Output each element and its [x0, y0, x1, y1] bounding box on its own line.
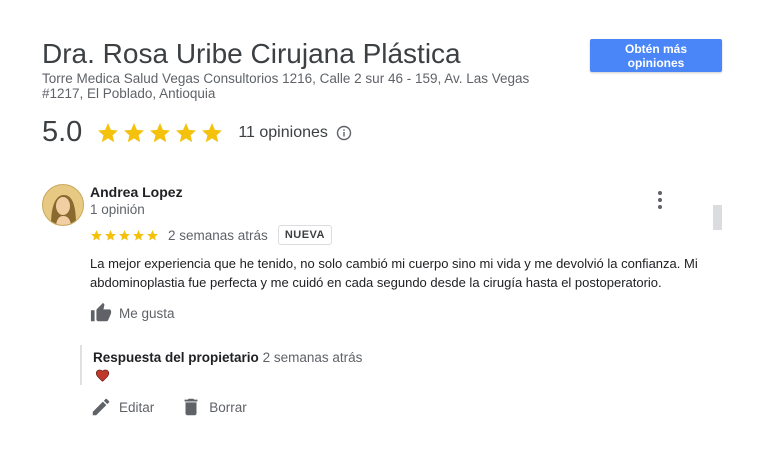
edit-reply-button[interactable]: Editar — [90, 396, 154, 418]
owner-reply-label: Respuesta del propietario — [93, 350, 259, 365]
edit-label: Editar — [119, 399, 155, 415]
like-button[interactable]: Me gusta — [90, 302, 175, 324]
star-icon — [150, 122, 171, 142]
delete-reply-button[interactable]: Borrar — [180, 396, 247, 418]
star-icon — [133, 229, 144, 240]
star-icon — [202, 122, 223, 142]
business-address: Torre Medica Salud Vegas Consultorios 12… — [42, 71, 530, 101]
rating-stars — [96, 121, 224, 145]
thumbs-up-icon — [90, 302, 112, 322]
review-time: 2 semanas atrás — [168, 227, 268, 243]
owner-reply-header: Respuesta del propietario 2 semanas atrá… — [93, 350, 362, 365]
like-label: Me gusta — [119, 305, 175, 321]
owner-reply-time: 2 semanas atrás — [262, 350, 363, 365]
review-text: La mejor experiencia que he tenido, no s… — [90, 256, 698, 290]
pencil-icon — [92, 398, 110, 416]
avatar[interactable] — [42, 184, 84, 226]
reviewer-name[interactable]: Andrea Lopez — [90, 184, 183, 200]
delete-label: Borrar — [209, 399, 247, 415]
rating-summary: 5.0 11 opiniones — [42, 116, 352, 149]
avatar-image — [43, 185, 83, 225]
get-more-reviews-button[interactable]: Obtén más opiniones — [590, 39, 722, 72]
business-title: Dra. Rosa Uribe Cirujana Plástica — [42, 38, 461, 69]
star-icon — [105, 229, 116, 240]
heart-icon — [95, 369, 110, 382]
new-badge: NUEVA — [277, 225, 333, 245]
star-icon — [124, 122, 145, 142]
average-rating: 5.0 — [42, 116, 83, 148]
star-icon — [147, 229, 158, 240]
review-stars — [90, 229, 159, 242]
reviewer-review-count: 1 opinión — [90, 202, 145, 217]
review-meta: 2 semanas atrás NUEVA — [90, 225, 333, 245]
reply-actions: Editar Borrar — [90, 396, 273, 418]
star-icon — [98, 122, 119, 142]
trash-icon — [184, 398, 198, 416]
star-icon — [91, 229, 102, 240]
star-icon — [176, 122, 197, 142]
reply-divider — [80, 345, 82, 385]
info-icon[interactable] — [336, 125, 352, 141]
star-icon — [119, 229, 130, 240]
more-options-icon[interactable] — [652, 190, 668, 210]
scrollbar-thumb[interactable] — [713, 205, 722, 230]
review-count[interactable]: 11 opiniones — [238, 124, 328, 142]
